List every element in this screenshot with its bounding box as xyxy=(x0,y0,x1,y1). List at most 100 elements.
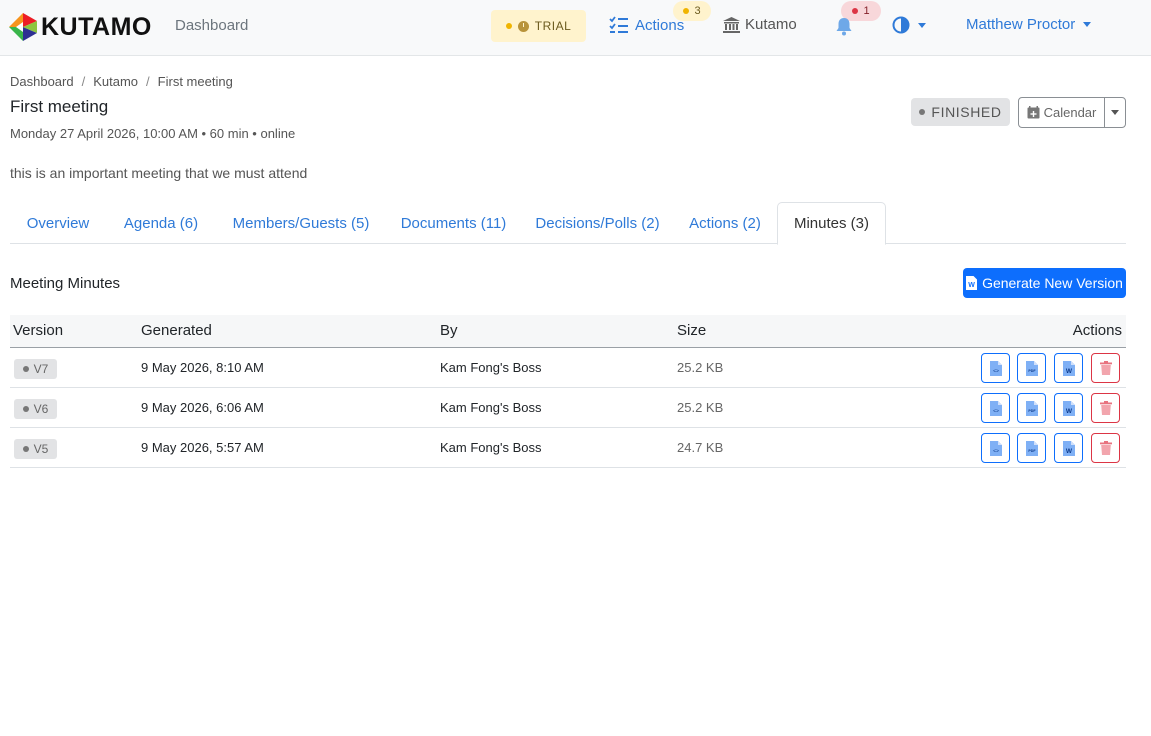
trash-icon xyxy=(1099,361,1112,375)
generated-cell: 9 May 2026, 6:06 AM xyxy=(141,400,264,415)
tab-members-guests[interactable]: Members/Guests (5) xyxy=(216,202,386,244)
svg-text:W: W xyxy=(1065,408,1072,415)
generated-cell: 9 May 2026, 5:57 AM xyxy=(141,440,264,455)
col-generated: Generated xyxy=(141,322,212,339)
calendar-button[interactable]: Calendar xyxy=(1019,98,1105,127)
actions-count: 3 xyxy=(694,5,701,17)
download-word-button[interactable]: W xyxy=(1054,393,1083,423)
kutamo-logo[interactable]: KUTAMO xyxy=(9,11,152,43)
size-cell: 25.2 KB xyxy=(677,360,724,375)
download-html-button[interactable]: <> xyxy=(981,393,1010,423)
generate-new-version-button[interactable]: W Generate New Version xyxy=(963,268,1126,298)
download-html-button[interactable]: <> xyxy=(981,433,1010,463)
breadcrumb-org[interactable]: Kutamo xyxy=(93,74,138,89)
notif-badge-dot-icon xyxy=(852,8,859,14)
generate-label: Generate New Version xyxy=(982,275,1123,291)
nav-actions-link[interactable]: Actions xyxy=(609,16,684,34)
trial-label: TRIAL xyxy=(534,19,572,33)
meeting-meta: Monday 27 April 2026, 10:00 AM • 60 min … xyxy=(10,126,296,141)
tab-documents[interactable]: Documents (11) xyxy=(386,202,521,244)
section-title: Meeting Minutes xyxy=(10,275,121,292)
page-title: First meeting xyxy=(10,97,109,116)
delete-version-button[interactable] xyxy=(1091,393,1120,423)
minutes-table: Version Generated By Size Actions V7 9 M… xyxy=(10,315,1126,468)
svg-text:<>: <> xyxy=(993,448,999,454)
calendar-dropdown-toggle[interactable] xyxy=(1105,98,1125,127)
html-file-icon: <> xyxy=(989,360,1002,376)
tab-overview[interactable]: Overview xyxy=(10,202,106,244)
calendar-caret-icon xyxy=(1111,110,1119,115)
table-row: V5 9 May 2026, 5:57 AM Kam Fong's Boss 2… xyxy=(10,428,1126,468)
table-header: Version Generated By Size Actions xyxy=(10,315,1126,348)
calendar-button-group: Calendar xyxy=(1018,97,1126,128)
delete-version-button[interactable] xyxy=(1091,433,1120,463)
col-by: By xyxy=(440,322,458,339)
top-navbar: KUTAMO Dashboard TRIAL Actions 3 Kutamo … xyxy=(0,0,1151,56)
breadcrumb-current: First meeting xyxy=(157,74,233,89)
actions-badge-dot-icon xyxy=(683,8,690,14)
user-caret-icon xyxy=(1083,22,1092,27)
table-row: V6 9 May 2026, 6:06 AM Kam Fong's Boss 2… xyxy=(10,388,1126,428)
breadcrumb-dashboard[interactable]: Dashboard xyxy=(10,74,74,89)
nav-dashboard-link[interactable]: Dashboard xyxy=(175,17,248,34)
table-row: V7 9 May 2026, 8:10 AM Kam Fong's Boss 2… xyxy=(10,348,1126,388)
svg-text:PDF: PDF xyxy=(1028,409,1036,413)
logo-mark-icon xyxy=(9,13,37,41)
notifications-bell-icon[interactable] xyxy=(834,16,854,39)
delete-version-button[interactable] xyxy=(1091,353,1120,383)
notifications-count: 1 xyxy=(863,5,870,17)
brand-name: KUTAMO xyxy=(41,12,152,41)
size-cell: 25.2 KB xyxy=(677,400,724,415)
svg-text:<>: <> xyxy=(993,408,999,414)
tab-actions[interactable]: Actions (2) xyxy=(674,202,776,244)
col-actions: Actions xyxy=(1072,322,1122,339)
generated-cell: 9 May 2026, 8:10 AM xyxy=(141,360,264,375)
clock-icon xyxy=(517,20,529,32)
version-badge: V5 xyxy=(14,439,57,459)
version-label: V6 xyxy=(33,402,49,416)
download-pdf-button[interactable]: PDF xyxy=(1017,433,1046,463)
breadcrumb: Dashboard / Kutamo / First meeting xyxy=(10,74,233,89)
theme-toggle[interactable] xyxy=(892,16,926,34)
tab-decisions-polls[interactable]: Decisions/Polls (2) xyxy=(521,202,674,244)
version-dot-icon xyxy=(22,406,29,412)
svg-text:W: W xyxy=(1065,448,1072,455)
user-menu[interactable]: Matthew Proctor xyxy=(966,16,1092,33)
trial-dot-icon xyxy=(505,23,512,29)
svg-text:W: W xyxy=(968,282,975,289)
word-file-icon: W xyxy=(1062,440,1075,456)
status-label: FINISHED xyxy=(931,104,1002,120)
download-word-button[interactable]: W xyxy=(1054,433,1083,463)
calendar-plus-icon xyxy=(1027,106,1040,119)
status-badge: FINISHED xyxy=(911,98,1010,126)
breadcrumb-separator: / xyxy=(146,74,150,89)
version-label: V7 xyxy=(33,362,49,376)
download-word-button[interactable]: W xyxy=(1054,353,1083,383)
pdf-file-icon: PDF xyxy=(1025,360,1038,376)
tab-agenda[interactable]: Agenda (6) xyxy=(106,202,216,244)
calendar-label: Calendar xyxy=(1043,105,1097,120)
word-doc-icon: W xyxy=(966,276,978,290)
col-version: Version xyxy=(13,322,64,339)
download-html-button[interactable]: <> xyxy=(981,353,1010,383)
meeting-tabs: Overview Agenda (6) Members/Guests (5) D… xyxy=(10,202,1126,245)
col-size: Size xyxy=(677,322,707,339)
by-cell: Kam Fong's Boss xyxy=(440,440,542,455)
actions-count-badge: 3 xyxy=(673,1,711,21)
trial-badge[interactable]: TRIAL xyxy=(491,10,586,42)
by-cell: Kam Fong's Boss xyxy=(440,400,542,415)
org-label: Kutamo xyxy=(745,16,797,33)
table-body: V7 9 May 2026, 8:10 AM Kam Fong's Boss 2… xyxy=(10,348,1126,468)
trash-icon xyxy=(1099,441,1112,455)
breadcrumb-separator: / xyxy=(81,74,86,89)
html-file-icon: <> xyxy=(989,440,1002,456)
tab-minutes[interactable]: Minutes (3) xyxy=(777,202,886,245)
download-pdf-button[interactable]: PDF xyxy=(1017,353,1046,383)
pdf-file-icon: PDF xyxy=(1025,400,1038,416)
download-pdf-button[interactable]: PDF xyxy=(1017,393,1046,423)
html-file-icon: <> xyxy=(989,400,1002,416)
size-cell: 24.7 KB xyxy=(677,440,724,455)
svg-text:PDF: PDF xyxy=(1028,449,1036,453)
nav-org-link[interactable]: Kutamo xyxy=(723,16,797,33)
institution-icon xyxy=(723,16,740,33)
